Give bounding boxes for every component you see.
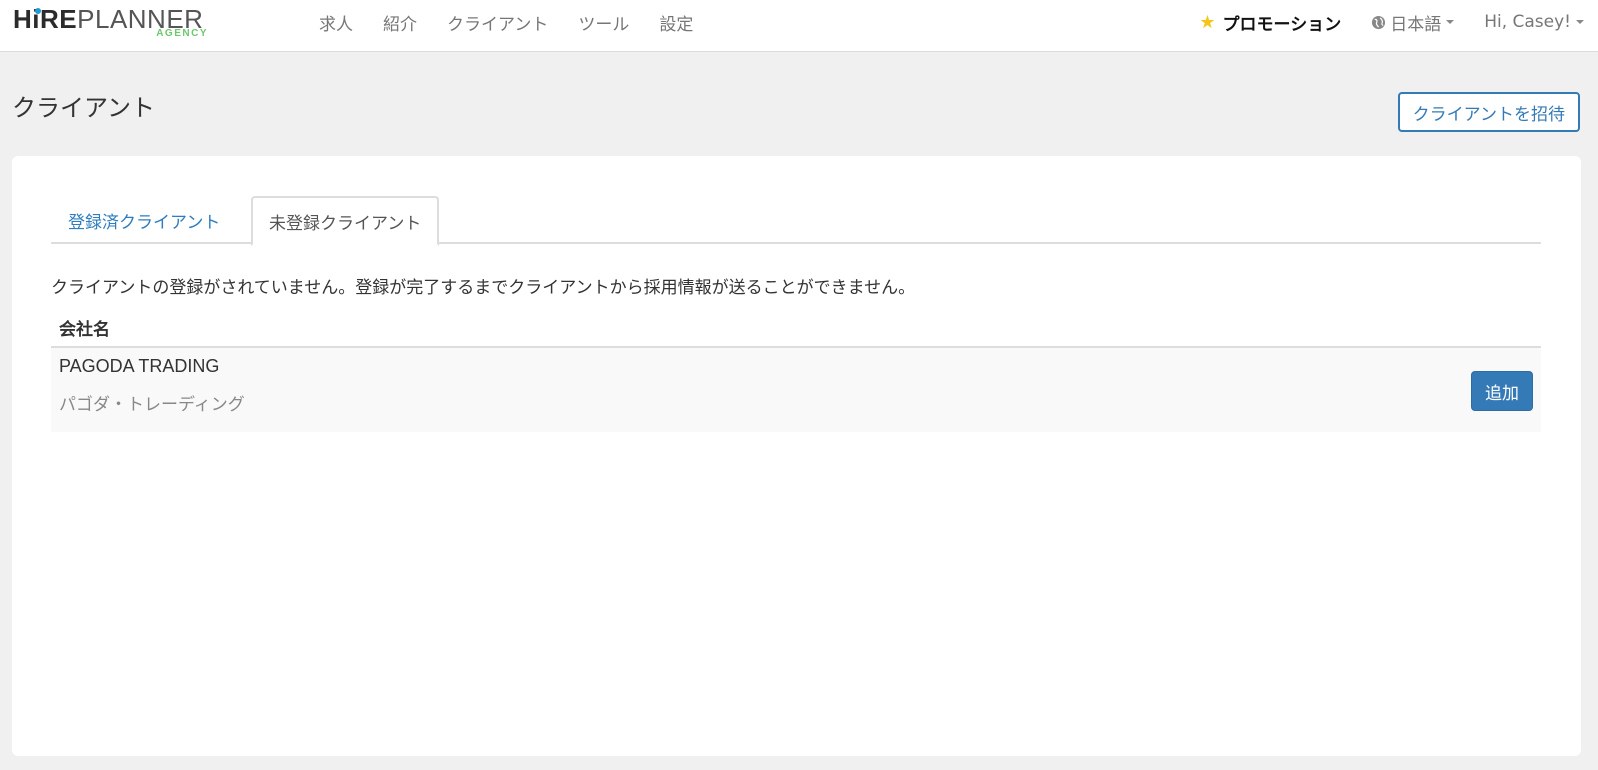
nav-link-referrals[interactable]: 紹介 xyxy=(368,10,432,35)
column-header-company-name: 会社名 xyxy=(51,308,1541,348)
tab-unregistered-clients[interactable]: 未登録クライアント xyxy=(251,196,440,246)
nav-link-settings[interactable]: 設定 xyxy=(644,10,708,35)
caret-down-icon xyxy=(1576,20,1584,24)
page-title: クライアント xyxy=(12,94,156,122)
client-tabs: 登録済クライアント 未登録クライアント xyxy=(51,196,1541,246)
logo-agency-subtext: AGENCY xyxy=(156,28,208,39)
logo-letters-re: RE xyxy=(40,4,78,34)
hireplanner-logo[interactable]: HiREPLANNER AGENCY xyxy=(13,3,208,43)
globe-icon xyxy=(1372,15,1386,29)
user-greeting: Hi, Casey! xyxy=(1484,12,1571,32)
company-name: PAGODA TRADING xyxy=(59,356,220,376)
caret-down-icon xyxy=(1446,20,1455,24)
unregistered-notice: クライアントの登録がされていません。登録が完了するまでクライアントから採用情報が… xyxy=(51,278,916,298)
tab-registered-clients[interactable]: 登録済クライアント xyxy=(51,196,237,244)
language-dropdown[interactable]: 日本語 xyxy=(1371,10,1455,35)
nav-link-jobs[interactable]: 求人 xyxy=(304,10,368,35)
nav-right: ★ プロモーション 日本語 Hi, Casey! xyxy=(1199,0,1584,44)
clients-table: 会社名 PAGODA TRADING パゴダ・トレーディング 追加 xyxy=(51,308,1541,432)
star-icon: ★ xyxy=(1199,11,1216,33)
company-name-kana: パゴダ・トレーディング xyxy=(59,395,245,415)
nav-link-tools[interactable]: ツール xyxy=(563,10,644,35)
clients-panel: 登録済クライアント 未登録クライアント クライアントの登録がされていません。登録… xyxy=(12,156,1581,756)
promotion-label: プロモーション xyxy=(1222,14,1342,35)
logo-letter-i: i xyxy=(32,4,41,34)
logo-letter-h: H xyxy=(13,4,33,34)
user-menu[interactable]: Hi, Casey! xyxy=(1484,12,1584,32)
promotion-link[interactable]: ★ プロモーション xyxy=(1199,10,1341,35)
language-label: 日本語 xyxy=(1390,14,1442,35)
nav-link-clients[interactable]: クライアント xyxy=(432,10,563,35)
invite-client-button[interactable]: クライアントを招待 xyxy=(1397,92,1580,132)
table-row: PAGODA TRADING パゴダ・トレーディング 追加 xyxy=(51,348,1541,432)
main-nav: 求人 紹介 クライアント ツール 設定 xyxy=(304,0,708,44)
top-navbar: HiREPLANNER AGENCY 求人 紹介 クライアント ツール 設定 ★… xyxy=(0,0,1598,52)
add-client-button[interactable]: 追加 xyxy=(1471,371,1533,411)
